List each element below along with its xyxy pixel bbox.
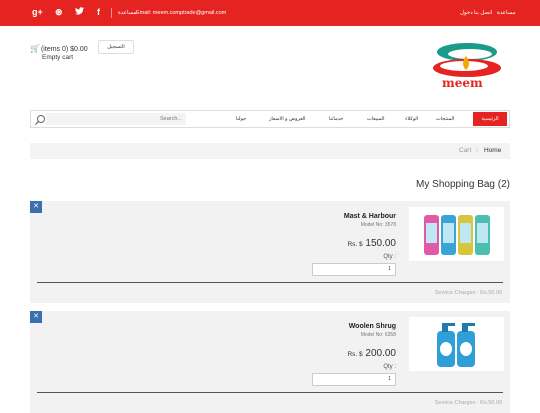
cart-icon: 🛒 [30, 44, 40, 53]
nav-item-home[interactable]: الرئيسية [473, 112, 507, 126]
facebook-icon[interactable]: f [97, 7, 100, 17]
search-icon[interactable] [34, 113, 46, 125]
price-currency: Rs. $ [347, 241, 363, 248]
divider [37, 392, 503, 393]
cart-item: ✕ Mast & Harbour Model No: 3578 Rs. $ 15… [30, 201, 510, 303]
logo-text: meem [442, 76, 483, 90]
page-title: My Shopping Bag (2) [416, 179, 510, 190]
product-name[interactable]: Mast & Harbour [344, 213, 396, 220]
logo[interactable]: meem [426, 36, 508, 92]
breadcrumb-home[interactable]: Home [484, 147, 501, 154]
service-charges: Service Charges : Rs.50.00 [434, 290, 502, 296]
qty-label: Qty : [383, 254, 396, 260]
email-link[interactable]: Email: meem.comptrade@gmail.com [136, 10, 226, 16]
nav-item-services[interactable]: خدماتنا [329, 116, 343, 122]
remove-item-button[interactable]: ✕ [30, 311, 42, 323]
product-model: Model No: 6358 [360, 332, 396, 338]
divider [111, 8, 112, 18]
price-value: 150.00 [365, 238, 396, 249]
dribbble-icon[interactable]: ⊛ [55, 7, 63, 18]
help-link[interactable]: مساعدة [118, 10, 137, 16]
top-bar: g+ ⊛ f مساعدة Email: meem.comptrade@gmai… [0, 0, 540, 26]
login-button[interactable]: التسجيل [98, 40, 134, 54]
product-image[interactable] [409, 317, 504, 371]
search-input[interactable] [46, 113, 186, 125]
qty-label: Qty : [383, 364, 396, 370]
price-value: 200.00 [365, 348, 396, 359]
contact-link[interactable]: اتصل بنا [474, 10, 492, 16]
cart-summary-text: (items 0) $0.00 [40, 46, 88, 53]
product-image[interactable] [409, 207, 504, 261]
nav-item-sales[interactable]: المبيعات [367, 116, 384, 122]
nav-item-agents[interactable]: الوكلاء [405, 116, 418, 122]
twitter-icon[interactable] [75, 7, 84, 17]
product-name[interactable]: Woolen Shrug [349, 323, 396, 330]
login-link[interactable]: دخول [460, 10, 473, 16]
product-price: Rs. $ 200.00 [347, 348, 396, 359]
empty-cart-text: Empty cart [42, 54, 74, 61]
breadcrumb-current: Cart [459, 147, 472, 154]
breadcrumb: Cart / Home [30, 143, 510, 159]
price-currency: Rs. $ [347, 351, 363, 358]
divider [37, 282, 503, 283]
breadcrumb-separator: / [476, 147, 478, 154]
cart-summary[interactable]: 🛒(items 0) $0.00 [30, 44, 88, 53]
nav-item-tours[interactable]: جولنا [236, 116, 246, 122]
remove-item-button[interactable]: ✕ [30, 201, 42, 213]
product-model: Model No: 3578 [360, 222, 396, 228]
service-charges: Service Charges : Rs.50.00 [434, 400, 502, 406]
nav-item-products[interactable]: المنتجات [436, 116, 454, 122]
nav-item-offers[interactable]: العروض و الاسعار [269, 116, 306, 122]
product-price: Rs. $ 150.00 [347, 238, 396, 249]
quantity-input[interactable]: 1 [312, 263, 396, 276]
help-link-right[interactable]: مساعدة [497, 10, 516, 16]
main-nav: جولنا العروض و الاسعار خدماتنا المبيعات … [30, 110, 510, 128]
google-plus-icon[interactable]: g+ [32, 7, 43, 17]
quantity-input[interactable]: 1 [312, 373, 396, 386]
cart-item: ✕ Woolen Shrug Model No: 6358 Rs. $ 200.… [30, 311, 510, 413]
